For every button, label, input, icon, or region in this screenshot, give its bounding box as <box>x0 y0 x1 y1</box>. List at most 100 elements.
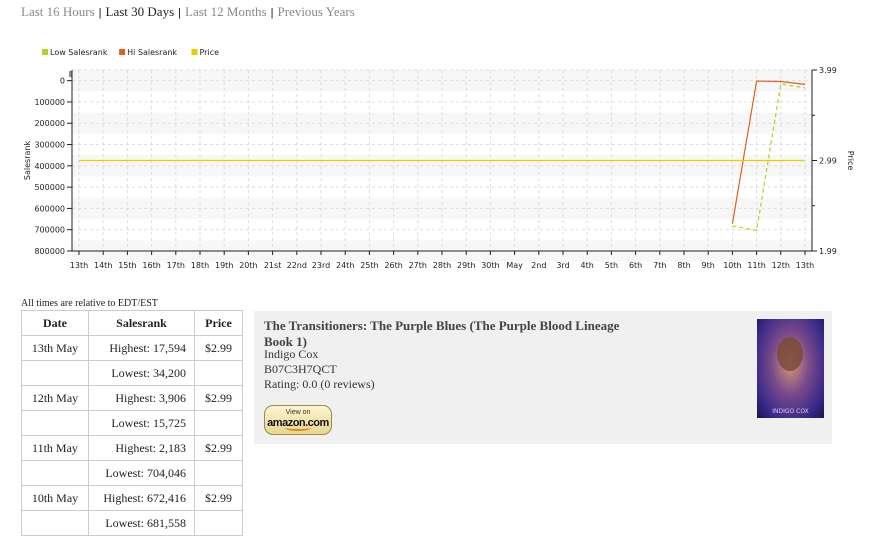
cover-face-art <box>777 337 803 371</box>
x-tick-label: 16th <box>142 261 160 270</box>
legend-swatch <box>119 49 126 55</box>
row-price <box>194 410 243 436</box>
legend-label: Price <box>200 48 220 57</box>
book-author: Indigo Cox <box>264 347 319 361</box>
timeframe-link-last-12-months[interactable]: Last 12 Months <box>185 4 267 19</box>
salesrank-chart: 0 100000 200000 300000 400000 500000 600000 700… <box>23 48 855 270</box>
nav-separator: | <box>270 7 274 19</box>
row-date: 10th May <box>21 485 89 511</box>
timeframe-link-previous-years[interactable]: Previous Years <box>277 4 354 19</box>
y-right-tick-label: 3.99 <box>819 66 837 75</box>
x-tick-label: 22nd <box>287 261 307 270</box>
y-left-tick-label: 400000 <box>34 162 65 171</box>
table-row: 13th May Highest: 17,594 $2.99 <box>21 335 243 361</box>
table-row: Lowest: 704,046 <box>21 460 243 486</box>
x-tick-label: 4th <box>581 261 594 270</box>
table-row: Lowest: 15,725 <box>21 410 243 436</box>
table-row: 10th May Highest: 672,416 $2.99 <box>21 485 243 511</box>
x-tick-label: 2nd <box>531 261 546 270</box>
book-asin: B07C3H7QCT <box>264 362 337 376</box>
x-tick-label: 8th <box>677 261 690 270</box>
x-tick-label: 26th <box>384 261 402 270</box>
timeframe-link-last-16-hours[interactable]: Last 16 Hours <box>21 4 95 19</box>
y-right-tick-label: 2.99 <box>819 157 837 166</box>
table-row: 11th May Highest: 2,183 $2.99 <box>21 435 243 461</box>
y-left-axis-title: Salesrank <box>23 141 32 181</box>
row-price <box>194 360 243 386</box>
legend-swatch <box>191 49 198 55</box>
header-date: Date <box>21 310 89 336</box>
row-price: $2.99 <box>194 485 243 511</box>
row-date <box>21 410 89 436</box>
legend-label: Hi Salesrank <box>127 48 177 57</box>
x-tick-label: 13th <box>796 261 814 270</box>
x-tick-label: 21st <box>264 261 281 270</box>
row-salesrank: Highest: 2,183 <box>88 435 195 461</box>
row-salesrank: Highest: 3,906 <box>88 385 195 411</box>
row-salesrank: Lowest: 34,200 <box>88 360 195 386</box>
y-right-tick-label: 1.99 <box>819 247 837 256</box>
row-salesrank: Highest: 672,416 <box>88 485 195 511</box>
amazon-button-label: View on <box>285 409 311 416</box>
x-tick-label: 18th <box>191 261 209 270</box>
row-salesrank: Lowest: 15,725 <box>88 410 195 436</box>
nav-separator: | <box>178 7 181 19</box>
x-tick-label: 17th <box>167 261 185 270</box>
x-tick-label: 15th <box>118 261 136 270</box>
y-left-tick-label: 100000 <box>34 98 65 107</box>
book-title: The Transitioners: The Purple Blues (The… <box>264 318 620 349</box>
y-left-tick-label: 700000 <box>34 226 65 235</box>
history-table: Date Salesrank Price 13th May Highest: 1… <box>21 310 243 536</box>
row-date: 11th May <box>21 435 89 461</box>
y-left-tick-label: 800000 <box>34 247 65 256</box>
timeframe-link-last-30-days[interactable]: Last 30 Days <box>106 4 175 19</box>
row-date: 13th May <box>21 335 89 361</box>
table-row: 12th May Highest: 3,906 $2.99 <box>21 385 243 411</box>
legend-swatch <box>42 49 48 55</box>
table-row: Lowest: 34,200 <box>21 360 243 386</box>
y-left-tick-label: 500000 <box>34 183 65 192</box>
x-tick-label: 28th <box>433 261 451 270</box>
row-date <box>21 460 89 486</box>
x-tick-label: May <box>506 261 523 270</box>
row-date: 12th May <box>21 385 89 411</box>
x-tick-label: 9th <box>702 261 715 270</box>
x-tick-label: 25th <box>360 261 378 270</box>
y-left-tick-label: 300000 <box>34 141 65 150</box>
legend-label: Low Salesrank <box>50 48 108 57</box>
timezone-note: All times are relative to EDT/EST <box>21 298 158 309</box>
x-tick-label: 19th <box>215 261 233 270</box>
row-salesrank: Highest: 17,594 <box>88 335 195 361</box>
row-price <box>194 460 243 486</box>
x-tick-label: 29th <box>457 261 475 270</box>
table-row: Lowest: 681,558 <box>21 510 243 536</box>
row-price: $2.99 <box>194 435 243 461</box>
timeframe-nav: Last 16 Hours | Last 30 Days | Last 12 Month… <box>21 4 355 20</box>
x-tick-label: 3rd <box>556 261 569 270</box>
row-date <box>21 360 89 386</box>
header-price: Price <box>194 310 243 336</box>
x-tick-label: 27th <box>409 261 427 270</box>
x-tick-label: 7th <box>653 261 666 270</box>
x-tick-label: 24th <box>336 261 354 270</box>
table-header-row: Date Salesrank Price <box>21 310 243 336</box>
x-tick-label: 13th <box>70 261 88 270</box>
y-left-tick-label: 200000 <box>34 119 65 128</box>
book-rating: Rating: 0.0 (0 reviews) <box>264 377 375 391</box>
y-left-tick-label: 0 <box>60 77 65 86</box>
x-tick-label: 11th <box>747 261 765 270</box>
row-price: $2.99 <box>194 335 243 361</box>
row-price <box>194 510 243 536</box>
x-tick-label: 10th <box>723 261 741 270</box>
row-salesrank: Lowest: 704,046 <box>88 460 195 486</box>
nav-separator: | <box>98 7 102 19</box>
x-tick-label: 6th <box>629 261 642 270</box>
x-tick-label: 30th <box>481 261 499 270</box>
row-price: $2.99 <box>194 385 243 411</box>
x-tick-label: 20th <box>239 261 257 270</box>
row-salesrank: Lowest: 681,558 <box>88 510 195 536</box>
view-on-amazon-button[interactable]: View on amazon.com <box>264 405 332 435</box>
book-info-panel: The Transitioners: The Purple Blues (The… <box>254 311 832 444</box>
book-cover-image[interactable]: INDIGO COX <box>757 319 824 418</box>
row-date <box>21 510 89 536</box>
